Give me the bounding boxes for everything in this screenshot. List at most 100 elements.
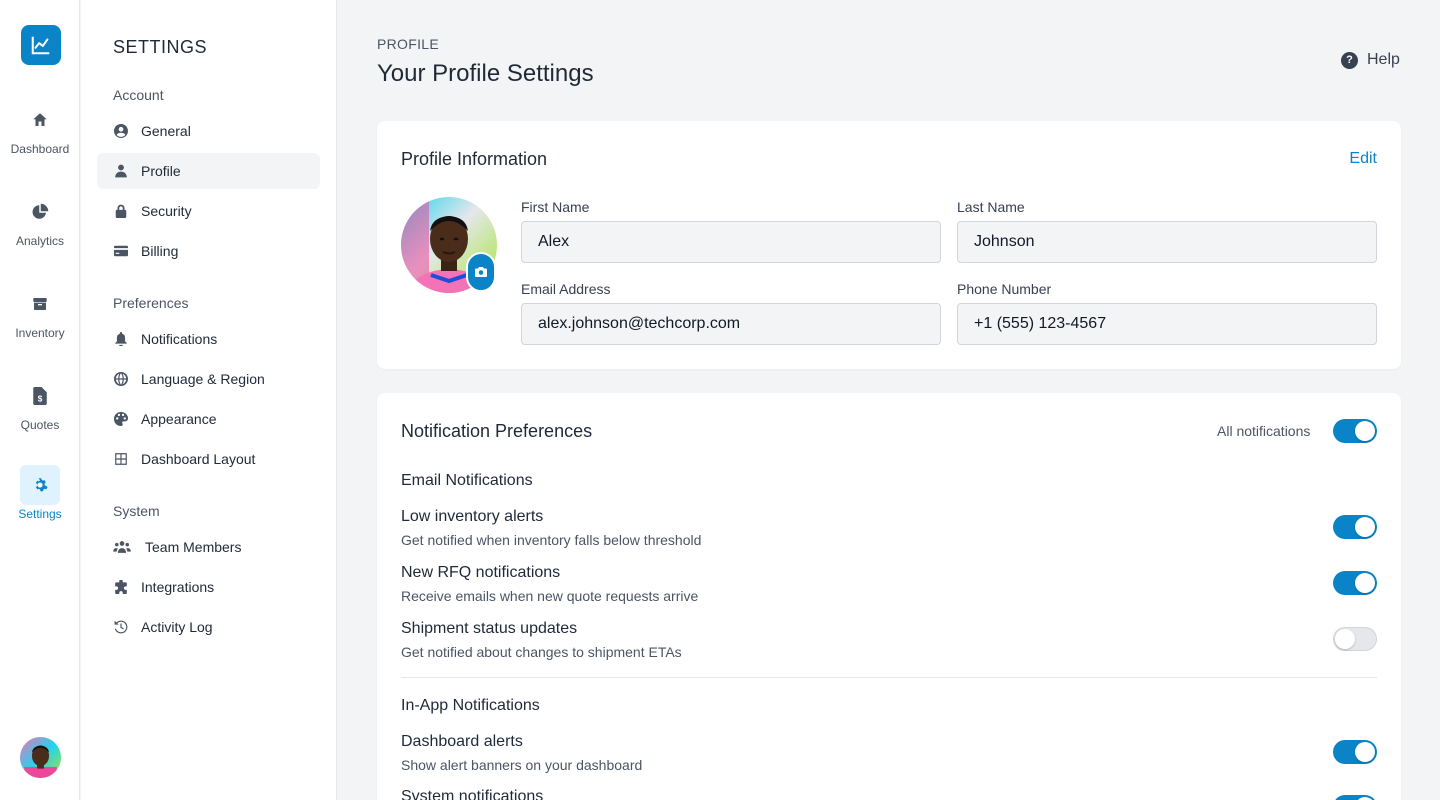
sidebar-item-integrations[interactable]: Integrations <box>97 569 320 605</box>
help-button[interactable]: ? Help <box>1341 51 1400 69</box>
user-icon <box>113 163 129 179</box>
settings-title: SETTINGS <box>113 37 208 57</box>
rail-label: Analytics <box>15 234 65 248</box>
last-name-field[interactable] <box>957 221 1377 263</box>
invoice-dollar-icon: $ <box>33 387 47 405</box>
users-icon <box>113 539 131 555</box>
sidebar-item-label: Activity Log <box>141 619 213 635</box>
page-title: Your Profile Settings <box>377 60 594 87</box>
sidebar-item-label: Profile <box>141 163 181 179</box>
history-icon <box>113 619 129 635</box>
svg-text:$: $ <box>38 394 43 403</box>
pref-title: Low inventory alerts <box>401 508 544 525</box>
sidebar-item-label: Appearance <box>141 411 217 427</box>
email-notifications-heading: Email Notifications <box>401 472 533 489</box>
section-divider <box>401 677 1377 678</box>
user-circle-icon <box>113 123 129 139</box>
globe-icon <box>113 371 129 387</box>
card-title: Profile Information <box>401 149 548 169</box>
sidebar-item-label: Team Members <box>145 539 242 555</box>
palette-icon <box>113 411 129 427</box>
sidebar-item-team-members[interactable]: Team Members <box>97 529 320 565</box>
sidebar-item-language-region[interactable]: Language & Region <box>97 361 320 397</box>
sidebar-item-label: Security <box>141 203 192 219</box>
last-name-label: Last Name <box>957 199 1025 215</box>
system-notifications-toggle[interactable] <box>1333 795 1377 800</box>
question-circle-icon: ? <box>1341 51 1358 69</box>
sidebar-item-notifications[interactable]: Notifications <box>97 321 320 357</box>
nav-group-preferences: Preferences <box>113 295 189 311</box>
pref-title: Shipment status updates <box>401 620 578 637</box>
rail-item-quotes[interactable]: $ Quotes <box>0 376 80 446</box>
card-title: Notification Preferences <box>401 421 593 441</box>
nav-group-system: System <box>113 503 160 519</box>
sidebar-item-dashboard-layout[interactable]: Dashboard Layout <box>97 441 320 477</box>
change-photo-button[interactable] <box>466 252 496 292</box>
sidebar-item-billing[interactable]: Billing <box>97 233 320 269</box>
rail-label: Dashboard <box>10 142 70 156</box>
toggle-knob <box>1355 517 1375 537</box>
sidebar-item-label: General <box>141 123 191 139</box>
all-notifications-label: All notifications <box>1217 423 1311 439</box>
rail-label: Settings <box>18 507 62 521</box>
camera-icon <box>475 267 487 277</box>
toggle-knob <box>1355 421 1375 441</box>
low-inventory-toggle[interactable] <box>1333 515 1377 539</box>
pref-title: System notifications <box>401 788 544 800</box>
puzzle-icon <box>113 579 129 595</box>
sidebar-item-security[interactable]: Security <box>97 193 320 229</box>
first-name-field[interactable] <box>521 221 941 263</box>
phone-label: Phone Number <box>957 281 1052 297</box>
rail-item-analytics[interactable]: Analytics <box>0 192 80 262</box>
pie-chart-icon <box>32 203 49 219</box>
home-icon <box>33 113 47 126</box>
email-field[interactable] <box>521 303 941 345</box>
user-avatar-image <box>20 737 61 778</box>
rail-label: Inventory <box>15 326 65 340</box>
all-notifications-toggle[interactable] <box>1333 419 1377 443</box>
dashboard-alerts-toggle[interactable] <box>1333 740 1377 764</box>
pref-desc: Get notified about changes to shipment E… <box>401 644 682 660</box>
sidebar-item-label: Integrations <box>141 579 215 595</box>
pref-desc: Get notified when inventory falls below … <box>401 532 702 548</box>
rail-item-inventory[interactable]: Inventory <box>0 284 80 354</box>
toggle-knob <box>1335 629 1355 649</box>
app-logo[interactable] <box>21 25 61 65</box>
sidebar-item-label: Dashboard Layout <box>141 451 256 467</box>
first-name-label: First Name <box>521 199 590 215</box>
email-label: Email Address <box>521 281 611 297</box>
help-label: Help <box>1367 51 1400 68</box>
lock-icon <box>113 203 129 219</box>
chart-line-icon <box>31 36 50 55</box>
grid-icon <box>113 451 129 467</box>
pref-desc: Receive emails when new quote requests a… <box>401 588 699 604</box>
user-avatar[interactable] <box>20 737 61 778</box>
gear-icon <box>35 478 48 492</box>
rail-item-settings[interactable]: Settings <box>0 465 80 535</box>
phone-field[interactable] <box>957 303 1377 345</box>
toggle-knob <box>1355 573 1375 593</box>
shipment-status-toggle[interactable] <box>1333 627 1377 651</box>
bell-icon <box>113 331 129 347</box>
inapp-notifications-heading: In-App Notifications <box>401 697 540 714</box>
sidebar-item-appearance[interactable]: Appearance <box>97 401 320 437</box>
settings-sidebar: SETTINGS Account General Profile Securit… <box>81 0 337 800</box>
breadcrumb: PROFILE <box>377 36 440 52</box>
sidebar-item-general[interactable]: General <box>97 113 320 149</box>
sidebar-item-label: Notifications <box>141 331 218 347</box>
rail-label: Quotes <box>20 418 60 432</box>
pref-desc: Show alert banners on your dashboard <box>401 757 643 773</box>
sidebar-item-label: Language & Region <box>141 371 265 387</box>
sidebar-item-activity-log[interactable]: Activity Log <box>97 609 320 645</box>
pref-title: Dashboard alerts <box>401 733 523 750</box>
sidebar-item-profile[interactable]: Profile <box>97 153 320 189</box>
toggle-knob <box>1355 742 1375 762</box>
edit-profile-link[interactable]: Edit <box>1349 150 1377 168</box>
new-rfq-toggle[interactable] <box>1333 571 1377 595</box>
nav-group-account: Account <box>113 87 164 103</box>
profile-avatar <box>401 197 497 293</box>
pref-title: New RFQ notifications <box>401 564 561 581</box>
rail-item-dashboard[interactable]: Dashboard <box>0 100 80 170</box>
profile-information-card: Profile Information Edit First Name Last… <box>377 121 1401 369</box>
icon-rail: Dashboard Analytics Inventory $ Quotes S… <box>0 0 80 800</box>
